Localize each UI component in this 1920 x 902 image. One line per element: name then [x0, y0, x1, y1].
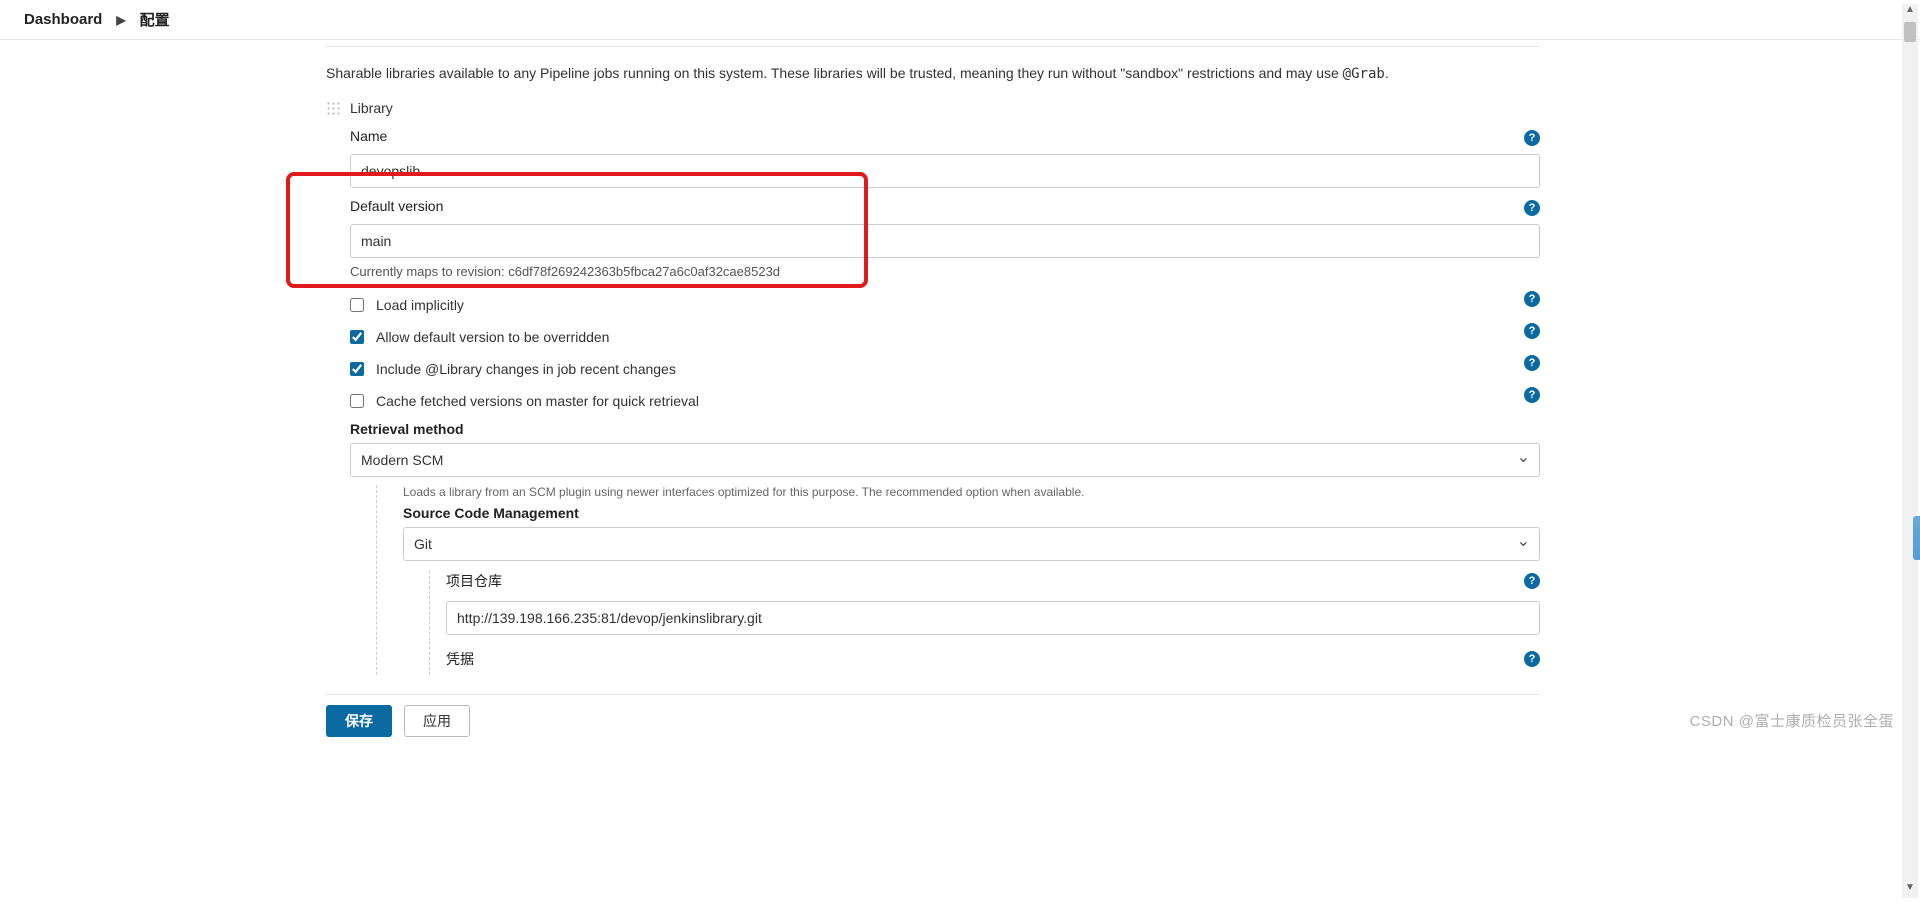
revision-text: Currently maps to revision: c6df78f26924… [350, 264, 1540, 279]
help-icon[interactable]: ? [1524, 291, 1540, 307]
scm-select[interactable]: Git [403, 527, 1540, 561]
scroll-up-icon[interactable]: ▲ [1902, 4, 1918, 20]
load-implicitly-checkbox[interactable] [350, 298, 364, 312]
name-input[interactable] [350, 154, 1540, 188]
cred-label: 凭据 [446, 649, 474, 669]
help-icon[interactable]: ? [1524, 200, 1540, 216]
breadcrumb-sep-icon: ▶ [116, 13, 125, 27]
retrieval-select[interactable]: Modern SCM [350, 443, 1540, 477]
desc-text: Sharable libraries available to any Pipe… [326, 65, 1343, 81]
include-changes-label: Include @Library changes in job recent c… [376, 361, 676, 377]
button-bar: 保存 应用 [326, 694, 1540, 732]
scroll-thumb[interactable] [1904, 22, 1916, 42]
allow-override-label: Allow default version to be overridden [376, 329, 609, 345]
breadcrumb: Dashboard ▶ 配置 [0, 0, 1920, 40]
allow-override-checkbox[interactable] [350, 330, 364, 344]
repo-input[interactable] [446, 601, 1540, 635]
watermark-text: CSDN @富士康质检员张全蛋 [1690, 710, 1894, 731]
drag-handle-icon[interactable] [326, 101, 340, 115]
load-implicitly-row[interactable]: Load implicitly [350, 289, 464, 321]
name-label: Name [350, 128, 387, 144]
include-changes-checkbox[interactable] [350, 362, 364, 376]
help-icon[interactable]: ? [1524, 573, 1540, 589]
cache-checkbox[interactable] [350, 394, 364, 408]
load-implicitly-label: Load implicitly [376, 297, 464, 313]
help-icon[interactable]: ? [1524, 651, 1540, 667]
cache-label: Cache fetched versions on master for qui… [376, 393, 699, 409]
repo-label: 项目仓库 [446, 571, 502, 591]
help-icon[interactable]: ? [1524, 355, 1540, 371]
save-button[interactable]: 保存 [326, 705, 392, 737]
retrieval-label: Retrieval method [350, 421, 1540, 437]
scm-label: Source Code Management [403, 505, 1540, 521]
allow-override-row[interactable]: Allow default version to be overridden [350, 321, 609, 353]
library-label: Library [350, 100, 393, 116]
scroll-down-icon[interactable]: ▼ [1902, 882, 1918, 898]
section-description: Sharable libraries available to any Pipe… [326, 65, 1540, 82]
retrieval-hint: Loads a library from an SCM plugin using… [403, 485, 1540, 499]
cache-row[interactable]: Cache fetched versions on master for qui… [350, 385, 699, 417]
desc-code: @Grab [1343, 66, 1385, 82]
help-icon[interactable]: ? [1524, 387, 1540, 403]
desc-post: . [1385, 65, 1389, 81]
breadcrumb-root[interactable]: Dashboard [24, 11, 102, 28]
help-icon[interactable]: ? [1524, 323, 1540, 339]
library-header: Library [326, 94, 1540, 122]
help-icon[interactable]: ? [1524, 130, 1540, 146]
side-tab-icon[interactable] [1913, 516, 1920, 560]
apply-button[interactable]: 应用 [404, 705, 470, 737]
section-divider [326, 46, 1540, 47]
default-version-input[interactable] [350, 224, 1540, 258]
include-changes-row[interactable]: Include @Library changes in job recent c… [350, 353, 676, 385]
breadcrumb-current[interactable]: 配置 [140, 9, 170, 30]
config-form: Sharable libraries available to any Pipe… [326, 40, 1540, 680]
vertical-scrollbar[interactable]: ▲ ▼ [1902, 4, 1918, 898]
default-version-label: Default version [350, 198, 443, 214]
